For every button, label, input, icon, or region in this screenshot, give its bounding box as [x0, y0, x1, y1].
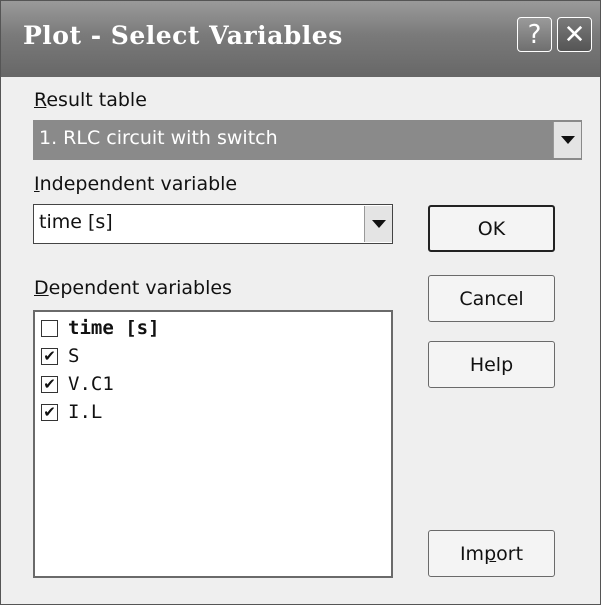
- import-label-accelerator: p: [484, 542, 497, 565]
- help-title-button[interactable]: ?: [517, 17, 552, 52]
- window-title: Plot - Select Variables: [23, 21, 343, 50]
- list-item[interactable]: time [s]: [41, 316, 160, 340]
- checkbox[interactable]: ✔: [41, 374, 58, 393]
- checkmark-icon: ✔: [43, 402, 56, 421]
- independent-variable-label-rest: ndependent variable: [39, 173, 238, 195]
- list-item-label: time [s]: [68, 317, 160, 339]
- independent-variable-value: time [s]: [39, 211, 113, 233]
- result-table-value: 1. RLC circuit with switch: [39, 127, 278, 149]
- close-icon: ✕: [563, 19, 586, 50]
- result-table-label: Result table: [34, 89, 147, 111]
- list-item[interactable]: ✔ S: [41, 344, 79, 368]
- dependent-variables-label-accelerator: D: [34, 277, 49, 299]
- list-item[interactable]: ✔ I.L: [41, 400, 102, 424]
- dependent-variables-list[interactable]: time [s] ✔ S ✔ V.C1 ✔ I.L: [33, 310, 393, 578]
- import-label-start: Im: [459, 542, 485, 565]
- independent-variable-select[interactable]: time [s]: [33, 204, 393, 244]
- dependent-variables-label-rest: ependent variables: [48, 277, 232, 299]
- result-table-select[interactable]: 1. RLC circuit with switch: [33, 120, 582, 160]
- checkbox[interactable]: ✔: [41, 402, 58, 421]
- chevron-down-icon: [560, 136, 575, 144]
- result-table-label-rest: esult table: [46, 89, 147, 111]
- cancel-button[interactable]: Cancel: [428, 275, 555, 322]
- title-bar[interactable]: Plot - Select Variables ? ✕: [1, 1, 600, 77]
- dialog-window: Plot - Select Variables ? ✕ Result table…: [0, 0, 601, 605]
- list-item-label: V.C1: [68, 373, 114, 395]
- question-icon: ?: [527, 19, 542, 50]
- checkmark-icon: ✔: [43, 346, 56, 365]
- import-label-end: ort: [496, 542, 524, 565]
- checkmark-icon: ✔: [43, 374, 56, 393]
- checkbox[interactable]: ✔: [41, 346, 58, 365]
- chevron-down-icon: [371, 220, 386, 228]
- help-button[interactable]: Help: [428, 341, 555, 388]
- result-table-label-accelerator: R: [34, 89, 47, 111]
- dependent-variables-label: Dependent variables: [34, 277, 232, 299]
- checkbox[interactable]: [41, 319, 58, 337]
- ok-button[interactable]: OK: [428, 205, 555, 252]
- import-button[interactable]: Im p ort: [428, 530, 555, 577]
- list-item-label: S: [68, 345, 80, 367]
- close-button[interactable]: ✕: [557, 17, 592, 52]
- list-item[interactable]: ✔ V.C1: [41, 372, 114, 396]
- independent-variable-label: Independent variable: [34, 173, 237, 195]
- independent-variable-dropdown-button[interactable]: [364, 206, 392, 242]
- result-table-dropdown-button[interactable]: [553, 122, 581, 158]
- list-item-label: I.L: [68, 401, 103, 423]
